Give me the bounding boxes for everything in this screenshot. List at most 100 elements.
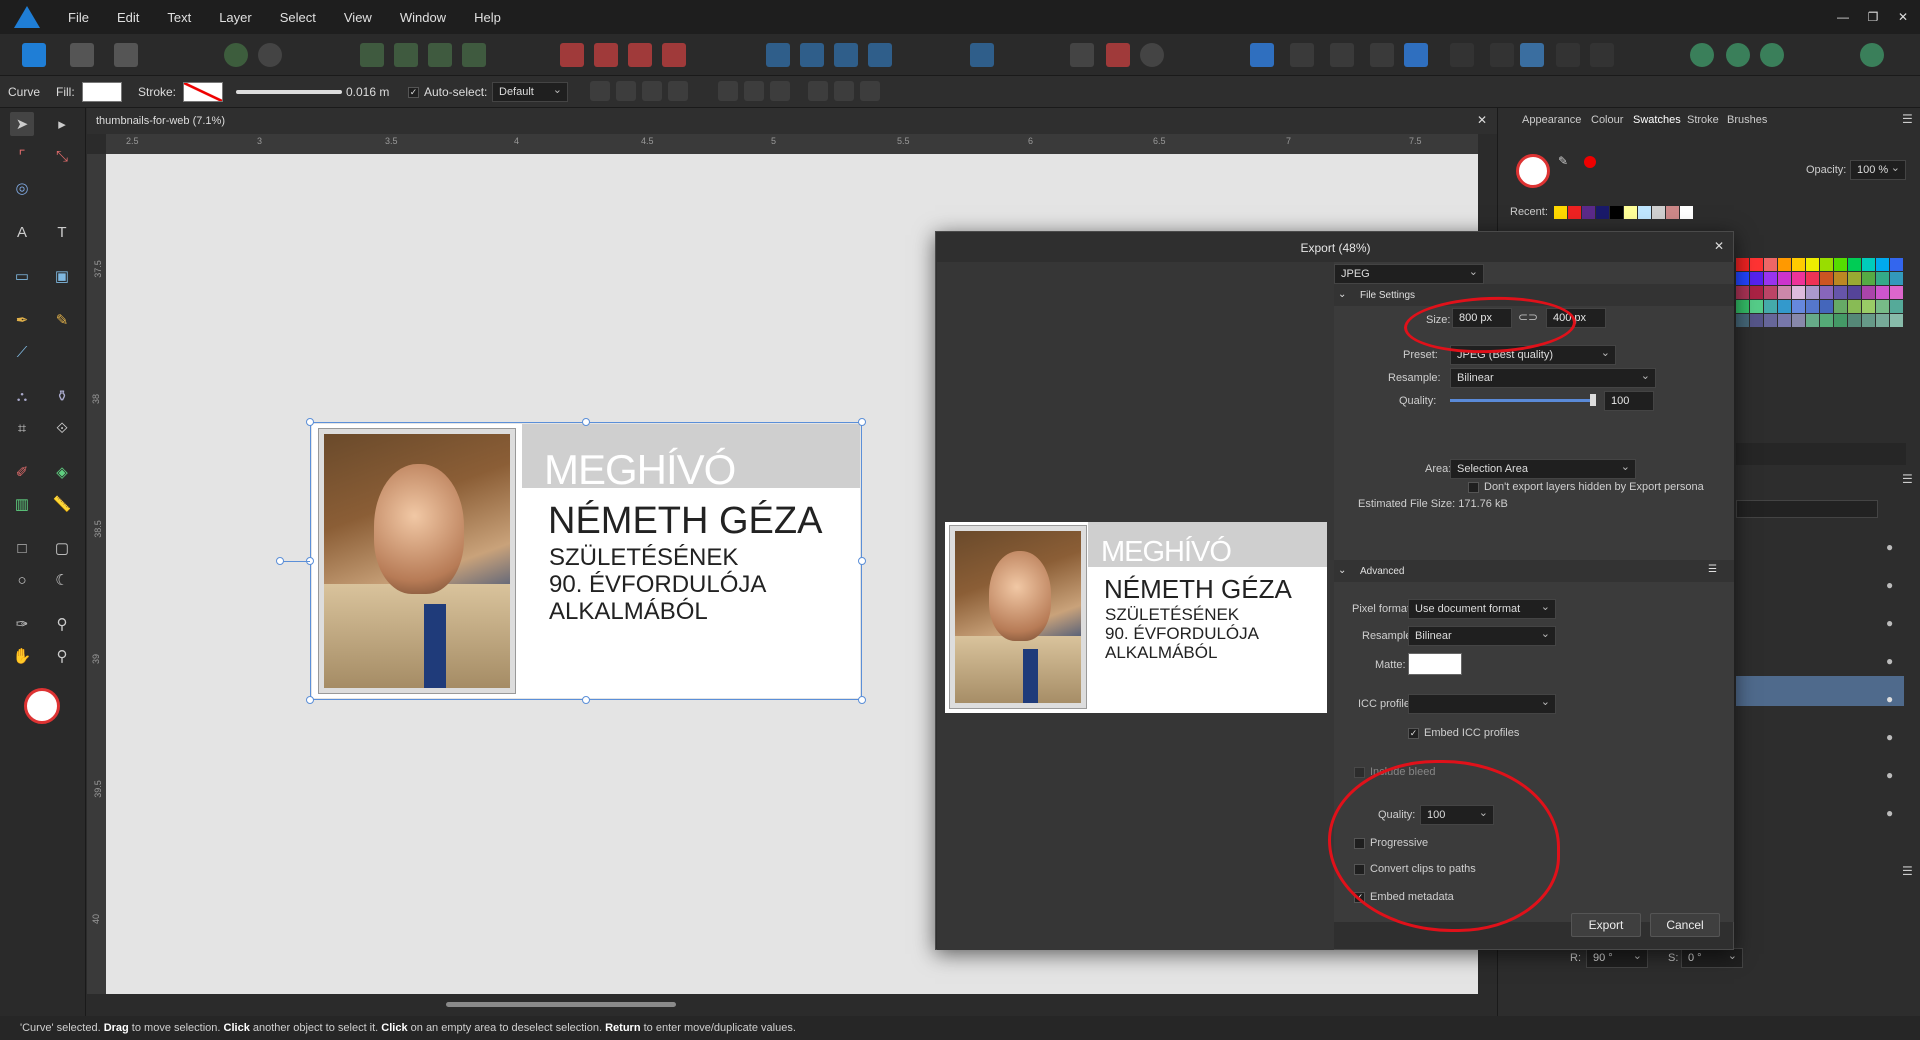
include-bleed-checkbox[interactable] [1354, 767, 1365, 778]
node-tool-icon[interactable]: ▸ [50, 112, 74, 136]
snap-2-icon[interactable] [394, 43, 418, 67]
magnet-icon[interactable] [1140, 43, 1164, 67]
tab-swatches[interactable]: Swatches [1633, 114, 1681, 126]
vector-crop-icon[interactable]: ⟐ [50, 416, 74, 440]
resample-dropdown[interactable]: Bilinear [1450, 368, 1656, 388]
gear-icon[interactable] [224, 43, 248, 67]
restore-icon[interactable]: ❐ [1858, 0, 1888, 34]
rounded-rect-icon[interactable]: ▢ [50, 536, 74, 560]
shear-field[interactable]: 0 ° [1681, 948, 1743, 968]
crop-tool-icon[interactable]: ⌗ [10, 416, 34, 440]
pixel-format-dropdown[interactable]: Use document format [1408, 599, 1556, 619]
align-left-icon[interactable] [718, 81, 738, 101]
menu-edit[interactable]: Edit [103, 10, 153, 25]
layer-visibility-icon[interactable]: ● [1886, 578, 1893, 592]
intersect-icon[interactable] [1330, 43, 1354, 67]
layers-menu-icon[interactable]: ☰ [1902, 472, 1913, 486]
tab-stroke[interactable]: Stroke [1687, 114, 1719, 126]
point-transform-icon[interactable]: ⤡ [50, 144, 74, 168]
snap-4-icon[interactable] [462, 43, 486, 67]
transparency-tool-icon[interactable]: ⚱ [50, 384, 74, 408]
tab-appearance[interactable]: Appearance [1522, 114, 1581, 126]
fill-tool-icon[interactable]: ⛬ [10, 384, 34, 408]
transform-icon[interactable] [1070, 43, 1094, 67]
rotate-left-icon[interactable] [834, 43, 858, 67]
ellipse-tool-icon[interactable]: ○ [10, 568, 34, 592]
crescent-tool-icon[interactable]: ☾ [50, 568, 74, 592]
artistic-text-icon[interactable]: A [10, 220, 34, 244]
layer-visibility-icon[interactable]: ● [1886, 768, 1893, 782]
palette-row-4[interactable] [1736, 300, 1904, 313]
adv-resample-dropdown[interactable]: Bilinear [1408, 626, 1556, 646]
selection-handle[interactable] [858, 418, 866, 426]
palette-row-2[interactable] [1736, 272, 1904, 285]
settings-icon[interactable] [258, 43, 282, 67]
menu-window[interactable]: Window [386, 10, 460, 25]
layer-visibility-icon[interactable]: ● [1886, 806, 1893, 820]
boolean-icon[interactable] [1106, 43, 1130, 67]
rotate-right-icon[interactable] [868, 43, 892, 67]
align-bottom-icon[interactable] [860, 81, 880, 101]
export-persona-icon[interactable] [114, 43, 138, 67]
palette-row-1[interactable] [1736, 258, 1904, 271]
stroke-swatch[interactable] [183, 82, 223, 102]
contour-tool-icon[interactable]: ◎ [10, 176, 34, 200]
panel-menu-icon[interactable]: ☰ [1902, 112, 1913, 126]
brush-icon[interactable]: ⚲ [50, 612, 74, 636]
menu-help[interactable]: Help [460, 10, 515, 25]
designer-persona-icon[interactable] [22, 43, 46, 67]
insert-inside-icon[interactable] [1590, 43, 1614, 67]
add-icon[interactable] [1250, 43, 1274, 67]
menu-layer[interactable]: Layer [205, 10, 266, 25]
selection-handle[interactable] [858, 557, 866, 565]
embed-icc-checkbox[interactable]: ✓ [1408, 728, 1419, 739]
align-hcenter-icon[interactable] [744, 81, 764, 101]
quality-slider[interactable] [1450, 399, 1594, 402]
pixel-persona-icon[interactable] [70, 43, 94, 67]
quality-slider-handle[interactable] [1590, 394, 1596, 406]
snap-1-icon[interactable] [360, 43, 384, 67]
layers-blend-dropdown[interactable] [1736, 500, 1878, 518]
layer-visibility-icon[interactable]: ● [1886, 654, 1893, 668]
minimize-icon[interactable]: — [1828, 0, 1858, 34]
flip-v-icon[interactable] [800, 43, 824, 67]
layer-visibility-icon[interactable]: ● [1886, 730, 1893, 744]
arrange-backward-icon[interactable] [594, 43, 618, 67]
export-button[interactable]: Export [1571, 913, 1641, 937]
menu-view[interactable]: View [330, 10, 386, 25]
advanced-menu-icon[interactable]: ☰ [1708, 564, 1717, 575]
recent-swatches[interactable] [1554, 206, 1694, 219]
stroke-width-slider[interactable] [236, 90, 342, 94]
measure-tool-icon[interactable]: 📏 [50, 492, 74, 516]
move-tool-icon[interactable]: ➤ [10, 112, 34, 136]
distribute-icon[interactable] [668, 81, 688, 101]
pen-tool-icon[interactable]: ✒ [10, 308, 34, 332]
insert-behind-icon[interactable] [1556, 43, 1580, 67]
layer-visibility-icon[interactable]: ● [1886, 692, 1893, 706]
zoom-tool-icon[interactable]: ⚲ [50, 644, 74, 668]
area-dropdown[interactable]: Selection Area [1450, 459, 1636, 479]
flip-h-icon[interactable] [766, 43, 790, 67]
table-tool-icon[interactable]: ▥ [10, 492, 34, 516]
align-right-icon[interactable] [770, 81, 790, 101]
menu-select[interactable]: Select [266, 10, 330, 25]
palette-row-5[interactable] [1736, 314, 1904, 327]
quality-field[interactable]: 100 [1604, 391, 1654, 411]
group-icon[interactable] [1450, 43, 1474, 67]
icc-dropdown[interactable] [1408, 694, 1556, 714]
layer-visibility-icon[interactable]: ● [1886, 540, 1893, 554]
cancel-button[interactable]: Cancel [1650, 913, 1720, 937]
advanced-header[interactable]: ⌄ Advanced ☰ [1334, 560, 1734, 582]
pencil-tool-icon[interactable]: ✎ [50, 308, 74, 332]
autoselect-checkbox[interactable]: ✓ [408, 87, 419, 98]
studio-icon[interactable] [1726, 43, 1750, 67]
snap-3-icon[interactable] [428, 43, 452, 67]
opacity-dropdown[interactable]: 100 % [1850, 160, 1906, 180]
layer-row-selected[interactable] [1736, 676, 1904, 706]
user-icon[interactable] [1860, 43, 1884, 67]
align-center-icon[interactable] [642, 81, 662, 101]
selection-handle[interactable] [306, 696, 314, 704]
colour-icon[interactable] [1760, 43, 1784, 67]
menu-file[interactable]: File [54, 10, 103, 25]
arrange-front-icon[interactable] [662, 43, 686, 67]
